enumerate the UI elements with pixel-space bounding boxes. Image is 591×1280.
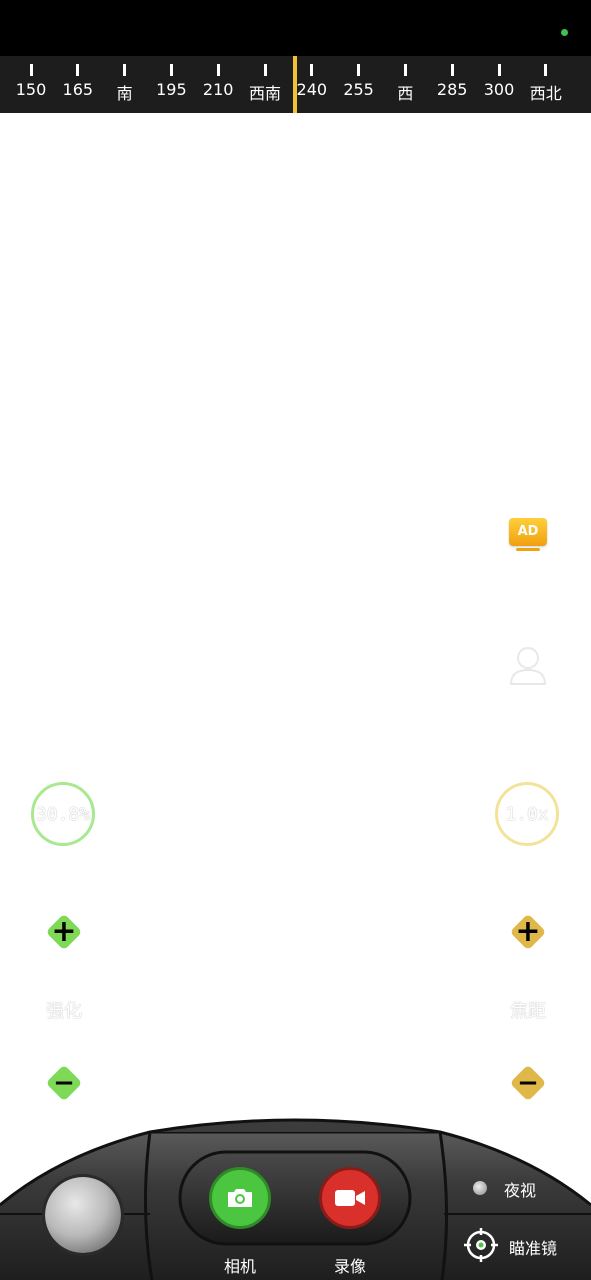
scope-button[interactable]: 瞄准镜 [464, 1228, 574, 1262]
night-vision-indicator-icon [473, 1181, 487, 1195]
enhance-level-dial[interactable]: 30.8% [31, 782, 95, 846]
video-camera-icon [335, 1190, 365, 1206]
enhance-minus-button[interactable]: − [45, 1064, 83, 1102]
compass-tick-mark [310, 64, 314, 76]
zoom-plus-button[interactable]: + [509, 913, 547, 951]
enhance-label: 强化 [46, 1001, 82, 1022]
night-vision-label: 夜视 [504, 1181, 537, 1200]
user-icon[interactable] [508, 644, 548, 686]
ad-underline [516, 548, 540, 551]
scope-label: 瞄准镜 [509, 1239, 558, 1258]
plus-icon: + [51, 914, 77, 949]
zoom-label: 焦距 [510, 1001, 546, 1022]
zoom-minus-button[interactable]: − [509, 1064, 547, 1102]
minus-icon: − [53, 1068, 75, 1098]
enhance-plus-button[interactable]: + [45, 913, 83, 951]
record-button[interactable] [319, 1167, 381, 1229]
preview-thumbnail-knob[interactable] [42, 1174, 124, 1256]
compass-tick-mark [123, 64, 127, 76]
zoom-level-value: 1.0x [505, 803, 549, 825]
night-vision-toggle[interactable]: 夜视 [470, 1176, 550, 1202]
plus-icon: + [515, 914, 541, 949]
compass-tick-mark [263, 64, 267, 76]
compass-tick-mark [450, 64, 454, 76]
enhance-level-value: 30.8% [35, 803, 91, 825]
compass-tick-mark [357, 64, 361, 76]
zoom-level-dial[interactable]: 1.0x [495, 782, 559, 846]
compass-tick-mark [216, 64, 220, 76]
compass-tick-mark [29, 64, 33, 76]
compass-tick-mark [76, 64, 80, 76]
camera-label: 相机 [224, 1257, 257, 1276]
compass-strip[interactable]: 150 165 南 195 210 西南 240 255 西 285 300 西北 [0, 56, 591, 113]
record-label: 录像 [334, 1257, 367, 1276]
compass-tick-mark [169, 64, 173, 76]
minus-icon: − [517, 1068, 539, 1098]
ad-badge[interactable]: AD [509, 518, 547, 546]
crosshair-icon [464, 1228, 498, 1262]
compass-needle [293, 56, 297, 113]
compass-tick-mark [497, 64, 501, 76]
status-bar [0, 0, 591, 56]
camera-icon [228, 1189, 252, 1207]
bottom-control-bar: 相机 录像 夜视 瞄准镜 [0, 1110, 591, 1280]
compass-tick-mark [403, 64, 407, 76]
compass-tick-label: 西北 [529, 84, 562, 103]
status-indicator-dot [561, 29, 568, 36]
camera-button[interactable] [209, 1167, 271, 1229]
compass-tick-mark [544, 64, 548, 76]
